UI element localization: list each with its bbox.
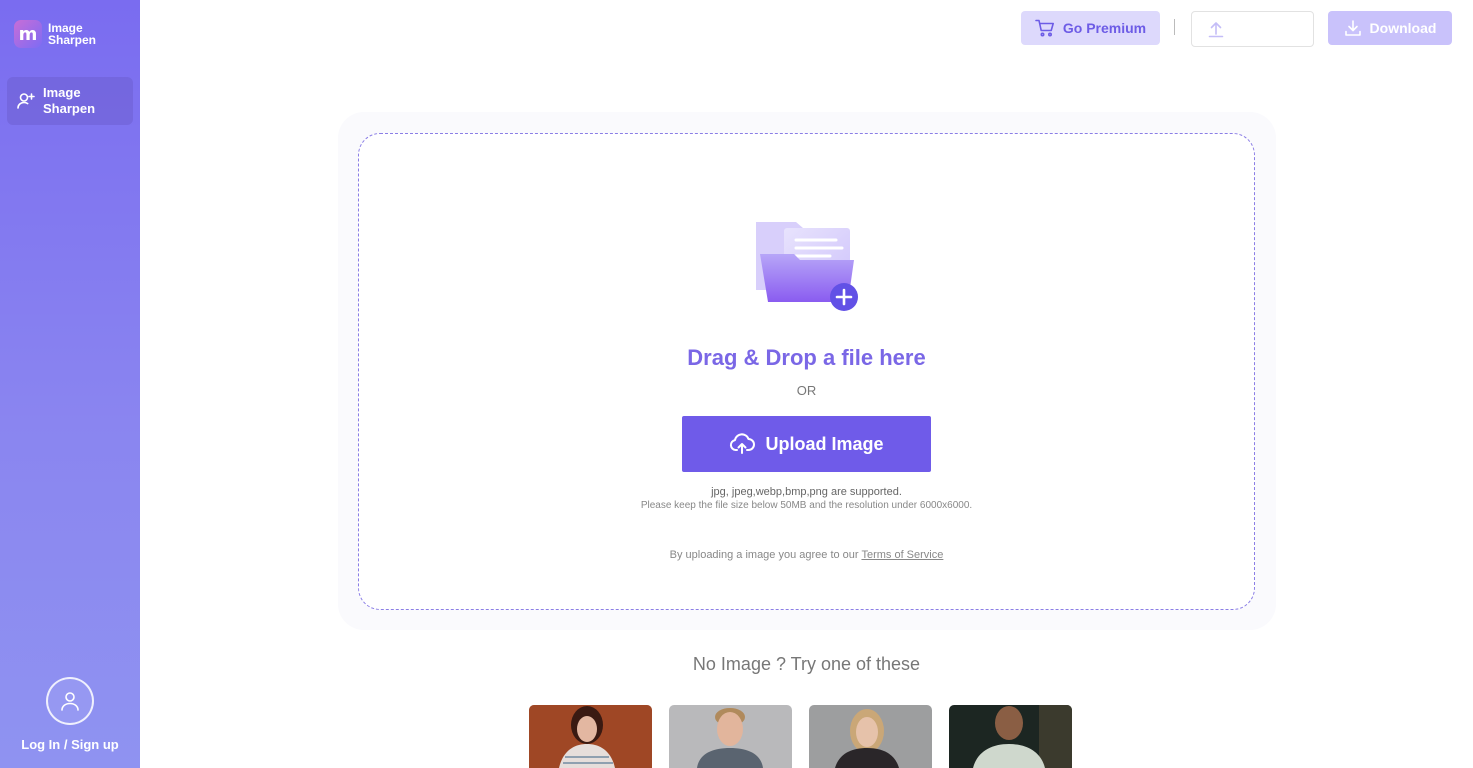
terms-prefix: By uploading a image you agree to our — [669, 549, 862, 561]
download-button[interactable]: Download — [1328, 11, 1452, 45]
upload-image-button[interactable]: Upload Image — [682, 416, 931, 472]
user-plus-icon — [16, 91, 36, 111]
drop-zone[interactable]: Drag & Drop a file here OR Upload Image … — [358, 133, 1255, 610]
terms-notice: By uploading a image you agree to our Te… — [359, 549, 1254, 561]
cart-icon — [1035, 19, 1055, 37]
upload-panel: Drag & Drop a file here OR Upload Image … — [338, 112, 1276, 630]
sidebar-item-label-line1: Image — [43, 85, 81, 100]
sidebar-item-image-sharpen[interactable]: Image Sharpen — [7, 77, 133, 125]
cloud-upload-icon — [729, 433, 756, 455]
supported-formats-text: jpg, jpeg,webp,bmp,png are supported. — [711, 486, 902, 498]
or-divider-text: OR — [796, 383, 817, 398]
login-label: Log In / Sign up — [21, 737, 119, 752]
avatar — [46, 677, 94, 725]
toolbar-divider — [1174, 19, 1175, 35]
sample-image-3[interactable] — [809, 705, 932, 768]
logo-line-2: Sharpen — [48, 33, 97, 47]
download-label: Download — [1369, 20, 1437, 36]
terms-of-service-link[interactable]: Terms of Service — [861, 549, 943, 561]
logo-text: Image Sharpen — [48, 22, 108, 46]
sidebar-item-label: Image Sharpen — [43, 85, 105, 117]
sample-image-1[interactable] — [529, 705, 652, 768]
drag-drop-title: Drag & Drop a file here — [687, 345, 926, 370]
sidebar: m Image Sharpen Image Sharpen Log In / S… — [0, 0, 140, 768]
user-icon — [61, 692, 79, 711]
upload-toolbar-button[interactable] — [1191, 11, 1314, 47]
download-icon — [1344, 19, 1362, 37]
login-signup-button[interactable]: Log In / Sign up — [0, 677, 140, 752]
upload-image-label: Upload Image — [765, 433, 884, 454]
sample-image-4[interactable] — [949, 705, 1072, 768]
sidebar-item-label-line2: Sharpen — [43, 101, 96, 116]
sample-image-2[interactable] — [669, 705, 792, 768]
app-logo[interactable]: m Image Sharpen — [14, 20, 108, 48]
logo-mark-icon: m — [14, 20, 42, 48]
go-premium-label: Go Premium — [1062, 20, 1147, 36]
folder-add-icon — [756, 222, 858, 311]
sample-images-heading: No Image ? Try one of these — [692, 654, 921, 674]
size-limit-text: Please keep the file size below 50MB and… — [640, 500, 973, 511]
go-premium-button[interactable]: Go Premium — [1021, 11, 1160, 45]
upload-arrow-icon — [1208, 20, 1224, 38]
